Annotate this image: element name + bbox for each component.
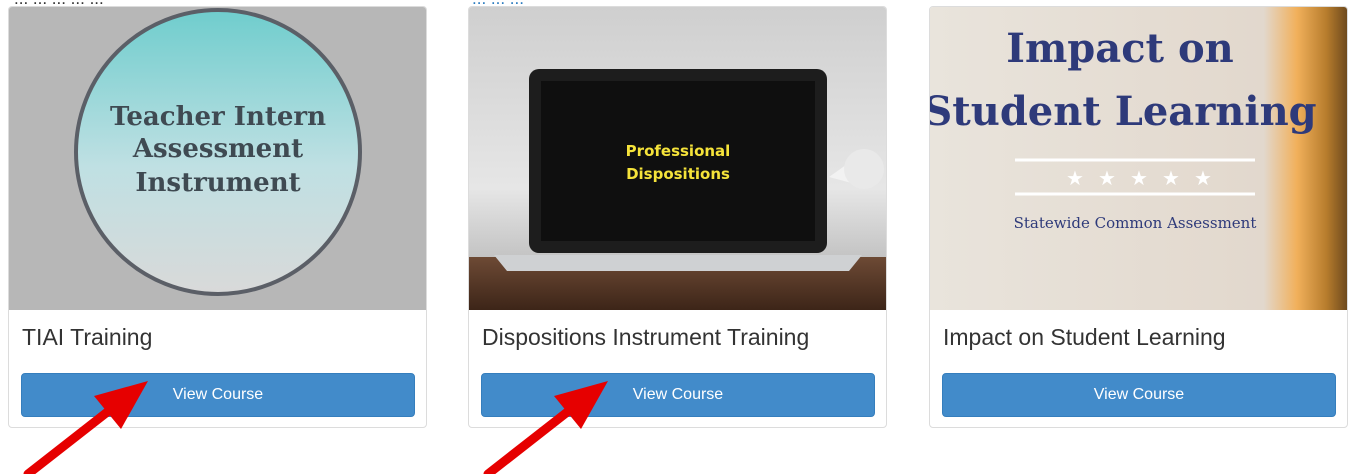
svg-text:★: ★ — [1066, 166, 1084, 190]
view-course-button[interactable]: View Course — [481, 373, 875, 417]
thumbnail-text-line-3: Instrument — [135, 168, 300, 198]
course-thumbnail-tiai: Teacher Intern Assessment Instrument — [9, 7, 426, 310]
view-course-button[interactable]: View Course — [21, 373, 415, 417]
course-thumbnail-impact: Impact on Student Learning ★ ★ ★ ★ ★ Sta… — [930, 7, 1347, 310]
thumbnail-text-line-1: Impact on — [1006, 25, 1233, 72]
thumbnail-text-line-1: Teacher Intern — [110, 102, 326, 132]
course-title: Dispositions Instrument Training — [482, 324, 810, 350]
svg-text:★: ★ — [1194, 166, 1212, 190]
svg-text:★: ★ — [1098, 166, 1116, 190]
svg-text:★: ★ — [1130, 166, 1148, 190]
course-card-impact: Impact on Student Learning ★ ★ ★ ★ ★ Sta… — [929, 6, 1348, 428]
view-course-button[interactable]: View Course — [942, 373, 1336, 417]
thumbnail-subtitle: Statewide Common Assessment — [1014, 214, 1257, 232]
thumbnail-text-line-2: Student Learning — [930, 88, 1317, 135]
course-thumbnail-dispositions: Professional Dispositions — [469, 7, 886, 310]
svg-text:★: ★ — [1162, 166, 1180, 190]
thumbnail-text-line-2: Assessment — [132, 134, 303, 164]
course-title: Impact on Student Learning — [943, 324, 1226, 350]
thumbnail-text-line-1: Professional — [626, 142, 731, 160]
course-card-tiai: Teacher Intern Assessment Instrument TIA… — [8, 6, 427, 428]
course-card-dispositions: Professional Dispositions Dispositions I… — [468, 6, 887, 428]
thumbnail-text-line-2: Dispositions — [626, 165, 730, 183]
course-title: TIAI Training — [22, 324, 153, 350]
